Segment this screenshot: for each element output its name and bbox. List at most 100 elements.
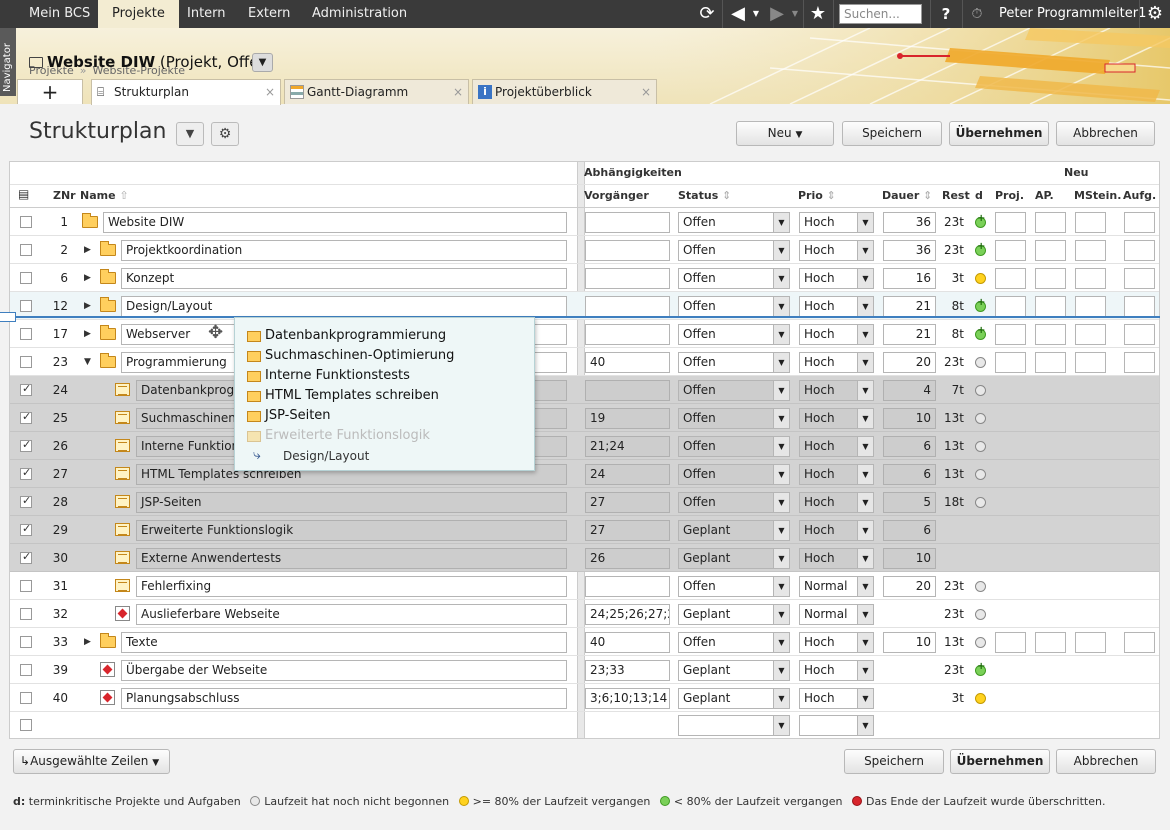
expand-arrow-icon[interactable]: ▶ bbox=[84, 637, 91, 647]
duration-field[interactable]: 4 bbox=[883, 380, 936, 401]
col-dauer[interactable]: Dauer ⇕ bbox=[882, 189, 932, 202]
row-checkbox[interactable] bbox=[20, 550, 32, 564]
table-row[interactable]: 29 Erweiterte Funktionslogik 27 Geplant▼ Hoc… bbox=[10, 516, 1159, 544]
nav-projekte[interactable]: Projekte bbox=[98, 0, 179, 28]
tab-projektueberblick[interactable]: i Projektüberblick × bbox=[472, 79, 657, 104]
new-workpackage-field[interactable] bbox=[1035, 352, 1066, 373]
view-dropdown-button[interactable]: ▼ bbox=[176, 122, 204, 146]
duration-field[interactable]: 20 bbox=[883, 576, 936, 597]
expand-arrow-icon[interactable]: ▶ bbox=[84, 329, 91, 339]
prio-select[interactable]: Hoch ▼ bbox=[799, 548, 874, 569]
name-field[interactable]: Planungsabschluss bbox=[121, 688, 567, 709]
col-vorgaenger[interactable]: Vorgänger bbox=[584, 189, 649, 202]
duration-field[interactable]: 6 bbox=[883, 520, 936, 541]
table-row[interactable]: 1 Website DIW Offen ▼ Hoch ▼ 36 23t bbox=[10, 208, 1159, 236]
col-new-milestone[interactable]: MStein. bbox=[1074, 189, 1121, 202]
new-milestone-field[interactable] bbox=[1075, 212, 1106, 233]
table-row[interactable]: 23 ▼ Programmierung 40 Offen ▼ Hoch ▼ 20 23t bbox=[10, 348, 1159, 376]
table-row[interactable]: 33 ▶ Texte 40 Offen ▼ Hoch ▼ 10 13t bbox=[10, 628, 1159, 656]
new-project-field[interactable] bbox=[995, 212, 1026, 233]
prio-select[interactable]: Normal ▼ bbox=[799, 604, 874, 625]
predecessor-field[interactable]: 24 bbox=[585, 464, 670, 485]
name-field[interactable]: Fehlerfixing bbox=[136, 576, 567, 597]
duration-field[interactable]: 5 bbox=[883, 492, 936, 513]
new-task-field[interactable] bbox=[1124, 632, 1155, 653]
status-select[interactable]: Offen ▼ bbox=[678, 436, 790, 457]
collapse-arrow-icon[interactable]: ▼ bbox=[84, 357, 91, 367]
column-chooser-icon[interactable]: ▤ bbox=[18, 187, 29, 201]
status-select[interactable]: Offen ▼ bbox=[678, 268, 790, 289]
row-checkbox[interactable] bbox=[20, 272, 32, 284]
new-workpackage-field[interactable] bbox=[1035, 632, 1066, 653]
row-checkbox[interactable] bbox=[20, 300, 32, 312]
col-new-workpackage[interactable]: AP. bbox=[1035, 189, 1054, 202]
prio-select[interactable]: Normal ▼ bbox=[799, 576, 874, 597]
new-workpackage-field[interactable] bbox=[1035, 212, 1066, 233]
duration-field[interactable]: 10 bbox=[883, 548, 936, 569]
gear-icon[interactable]: ⚙ bbox=[211, 122, 239, 146]
status-select[interactable]: Offen ▼ bbox=[678, 576, 790, 597]
new-project-field[interactable] bbox=[995, 632, 1026, 653]
back-arrow-icon[interactable]: ◀ bbox=[727, 0, 749, 28]
nav-administration[interactable]: Administration bbox=[298, 0, 421, 28]
status-select[interactable]: Geplant ▼ bbox=[678, 604, 790, 625]
expand-arrow-icon[interactable]: ▶ bbox=[84, 273, 91, 283]
new-project-field[interactable] bbox=[995, 324, 1026, 345]
predecessor-field[interactable]: 27 bbox=[585, 492, 670, 513]
predecessor-field[interactable]: 26 bbox=[585, 548, 670, 569]
new-milestone-field[interactable] bbox=[1075, 296, 1106, 317]
prio-select[interactable]: Hoch ▼ bbox=[799, 688, 874, 709]
new-task-field[interactable] bbox=[1124, 240, 1155, 261]
tab-strukturplan[interactable]: ⌸ Strukturplan × bbox=[91, 79, 281, 105]
new-milestone-field[interactable] bbox=[1075, 240, 1106, 261]
new-milestone-field[interactable] bbox=[1075, 352, 1106, 373]
predecessor-field[interactable] bbox=[585, 296, 670, 317]
name-field[interactable]: Konzept bbox=[121, 268, 567, 289]
settings-gear-icon[interactable]: ⚙ bbox=[1143, 0, 1167, 28]
row-checkbox[interactable] bbox=[20, 438, 32, 452]
duration-field[interactable]: 21 bbox=[883, 296, 936, 317]
status-select[interactable]: ▼ bbox=[678, 715, 790, 736]
help-icon[interactable]: ? bbox=[935, 0, 957, 28]
predecessor-field[interactable] bbox=[585, 324, 670, 345]
duration-field[interactable]: 10 bbox=[883, 632, 936, 653]
row-checkbox[interactable] bbox=[20, 719, 32, 731]
row-checkbox[interactable] bbox=[20, 608, 32, 620]
status-select[interactable]: Offen ▼ bbox=[678, 212, 790, 233]
table-row[interactable]: 24DatenbankprogrammierungOffen▼Hoch▼47t bbox=[10, 376, 1159, 404]
prio-select[interactable]: Hoch ▼ bbox=[799, 380, 874, 401]
duration-field[interactable]: 36 bbox=[883, 240, 936, 261]
duration-field[interactable]: 20 bbox=[883, 352, 936, 373]
stopwatch-icon[interactable]: ⏱ bbox=[966, 0, 988, 28]
col-znr[interactable]: ZNr bbox=[53, 189, 76, 202]
table-row[interactable]: 32 Auslieferbare Webseite 24;25;26;27;28 Ge… bbox=[10, 600, 1159, 628]
bookmark-star-icon[interactable]: ★ bbox=[806, 0, 830, 28]
new-workpackage-field[interactable] bbox=[1035, 324, 1066, 345]
predecessor-field[interactable]: 27 bbox=[585, 520, 670, 541]
name-field[interactable]: Design/Layout bbox=[121, 296, 567, 317]
new-milestone-field[interactable] bbox=[1075, 632, 1106, 653]
prio-select[interactable]: ▼ bbox=[799, 715, 874, 736]
col-prio[interactable]: Prio ⇕ bbox=[798, 189, 836, 202]
row-checkbox[interactable] bbox=[20, 494, 32, 508]
new-project-field[interactable] bbox=[995, 296, 1026, 317]
table-row[interactable]: 28 JSP-Seiten 27 Offen▼ Hoch▼ 5 18t bbox=[10, 488, 1159, 516]
new-task-field[interactable] bbox=[1124, 212, 1155, 233]
name-field[interactable]: Projektkoordination bbox=[121, 240, 567, 261]
row-checkbox[interactable] bbox=[20, 664, 32, 676]
table-row[interactable]: 39 Übergabe der Webseite 23;33 Geplant ▼ Hoch… bbox=[10, 656, 1159, 684]
status-select[interactable]: Geplant ▼ bbox=[678, 520, 790, 541]
prio-select[interactable]: Hoch ▼ bbox=[799, 632, 874, 653]
row-checkbox[interactable] bbox=[20, 636, 32, 648]
row-checkbox[interactable] bbox=[20, 382, 32, 396]
save-button[interactable]: Speichern bbox=[842, 121, 942, 146]
table-row[interactable]: 25Suchmaschinen-Optimierung19Offen▼Hoch▼… bbox=[10, 404, 1159, 432]
search-input[interactable]: Suchen... bbox=[839, 4, 922, 24]
predecessor-field[interactable] bbox=[585, 268, 670, 289]
row-checkbox[interactable] bbox=[20, 410, 32, 424]
back-history-dropdown-icon[interactable]: ▼ bbox=[750, 0, 762, 28]
duration-field[interactable]: 6 bbox=[883, 436, 936, 457]
nav-extern[interactable]: Extern bbox=[234, 0, 304, 28]
name-field[interactable]: Übergabe der Webseite bbox=[121, 660, 567, 681]
status-select[interactable]: Offen ▼ bbox=[678, 380, 790, 401]
